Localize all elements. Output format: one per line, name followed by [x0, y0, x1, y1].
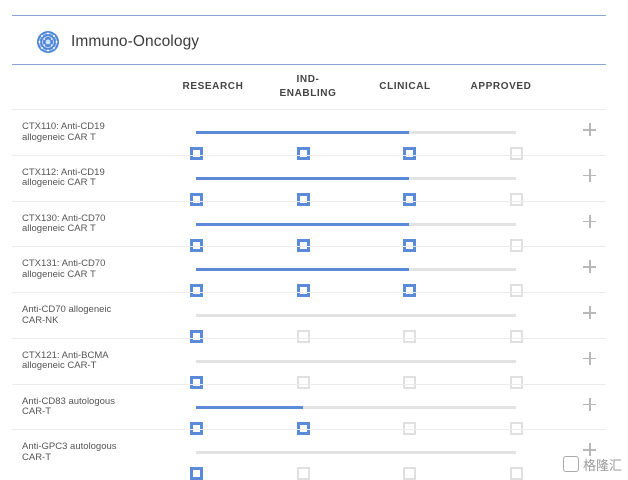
stage-marker-approved	[509, 467, 523, 480]
program-name: CTX130: Anti-CD70 allogeneic CAR T	[22, 213, 142, 235]
stage-marker-ind-enabling	[296, 467, 310, 480]
stage-header-text: APPROVED	[470, 81, 532, 92]
program-name-line: allogeneic CAR T	[22, 177, 96, 189]
program-row[interactable]: CTX112: Anti-CD19 allogeneic CAR T	[12, 154, 606, 206]
program-name-line: allogeneic CAR T	[22, 268, 96, 280]
watermark-text: 格隆汇	[582, 458, 622, 474]
stage-header-research: RESEARCH	[163, 80, 263, 94]
stage-progress-track	[189, 222, 523, 252]
program-name: Anti-CD83 autologous CAR-T	[22, 396, 142, 418]
program-row[interactable]: Anti-CD70 allogeneic CAR-NK	[12, 292, 606, 343]
program-name-line: CAR-NK	[22, 314, 59, 326]
program-row[interactable]: CTX121: Anti-BCMA allogeneic CAR-T	[12, 337, 606, 389]
stage-progress-fill	[196, 405, 303, 409]
stage-progress-track	[189, 176, 523, 206]
program-row[interactable]: CTX110: Anti-CD19 allogeneic CAR T	[12, 109, 606, 160]
program-name-line: allogeneic CAR-T	[22, 360, 97, 372]
stage-header-text: IND-	[296, 74, 320, 85]
program-name-line: Anti-CD70 allogeneic	[22, 304, 112, 315]
stage-progress-track	[189, 359, 523, 389]
stage-header-text: CLINICAL	[379, 81, 431, 92]
watermark: 格隆汇	[562, 454, 622, 474]
program-name-line: allogeneic CAR T	[22, 223, 96, 234]
stage-progress-track	[189, 268, 523, 298]
stage-progress-track	[189, 451, 523, 480]
stage-header-clinical: CLINICAL	[355, 80, 455, 94]
expand-plus-icon[interactable]	[582, 259, 598, 275]
program-name: Anti-GPC3 autologous CAR-T	[22, 442, 142, 463]
stage-header-approved: APPROVED	[451, 80, 551, 94]
stage-marker-clinical	[402, 467, 416, 480]
stage-column-headers: RESEARCH IND- ENABLING CLINICAL APPROVED	[0, 65, 628, 109]
program-name-line: CAR-T	[22, 406, 52, 417]
stage-header-ind-enabling: IND- ENABLING	[258, 73, 358, 101]
expand-plus-icon[interactable]	[582, 351, 598, 367]
watermark-logo-icon	[562, 456, 579, 472]
stage-progress-fill	[196, 222, 409, 226]
stage-marker-research	[189, 467, 203, 480]
stage-progress-track	[189, 131, 523, 160]
program-name: CTX112: Anti-CD19 allogeneic CAR T	[22, 167, 142, 189]
program-name-line: CTX110: Anti-CD19	[22, 121, 105, 132]
stage-progress-track	[189, 314, 523, 343]
stage-header-text: RESEARCH	[182, 81, 244, 92]
stage-progress-track	[189, 405, 523, 435]
section-title: Immuno-Oncology	[71, 33, 200, 50]
expand-plus-icon[interactable]	[582, 397, 598, 413]
stage-header-text: ENABLING	[279, 88, 337, 99]
expand-plus-icon[interactable]	[582, 305, 598, 321]
section-header[interactable]: Immuno-Oncology	[12, 16, 606, 64]
expand-plus-icon[interactable]	[582, 214, 598, 230]
program-row[interactable]: CTX131: Anti-CD70 allogeneic CAR T	[12, 246, 606, 298]
expand-plus-icon[interactable]	[582, 122, 598, 138]
pipeline-table: CTX110: Anti-CD19 allogeneic CAR T CTX112:…	[12, 109, 606, 480]
program-name: CTX110: Anti-CD19 allogeneic CAR T	[22, 121, 142, 143]
program-row[interactable]: Anti-CD83 autologous CAR-T	[12, 383, 606, 435]
program-name: Anti-CD70 allogeneic CAR-NK	[22, 304, 142, 326]
stage-progress-fill	[196, 176, 409, 180]
program-row[interactable]: Anti-GPC3 autologous CAR-T	[12, 429, 606, 480]
program-name-line: allogeneic CAR T	[22, 131, 96, 143]
expand-plus-icon[interactable]	[582, 168, 598, 184]
program-name: CTX131: Anti-CD70 allogeneic CAR T	[22, 259, 142, 280]
stage-progress-fill	[196, 268, 409, 272]
program-name: CTX121: Anti-BCMA allogeneic CAR-T	[22, 350, 142, 372]
cell-sphere-icon	[37, 31, 59, 53]
program-name-line: CAR-T	[22, 451, 52, 463]
stage-progress-fill	[196, 131, 409, 134]
program-row[interactable]: CTX130: Anti-CD70 allogeneic CAR T	[12, 200, 606, 252]
